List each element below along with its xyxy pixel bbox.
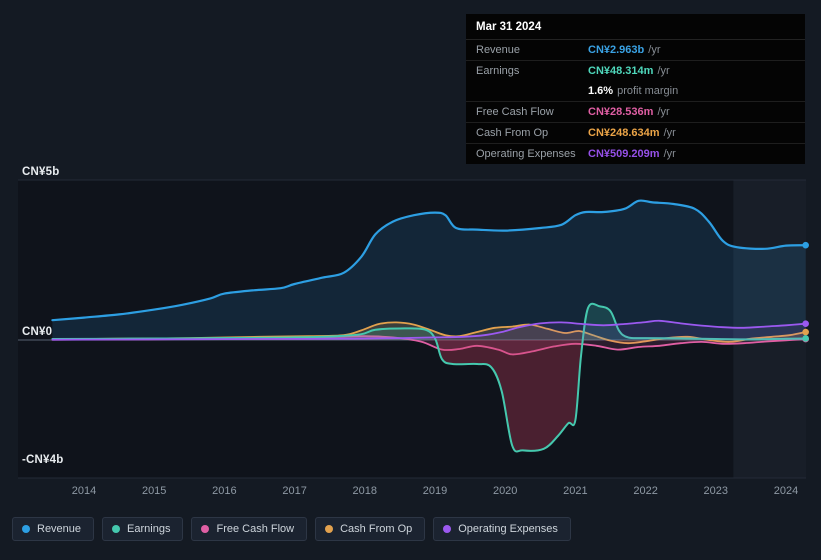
x-axis-label: 2016 [212,485,237,497]
end-marker-revenue [802,241,809,249]
tooltip-row: Free Cash Flow CN¥28.536m/yr [466,101,805,122]
legend-color-dot [325,525,334,533]
x-axis-label: 2014 [71,485,97,497]
legend-item-label: Revenue [37,523,82,535]
tooltip-row-suffix: /yr [648,44,661,56]
financial-history-chart-page: CN¥5b CN¥0 -CN¥4b 2014 2015 2016 2017 2018 2019… [0,0,821,560]
tooltip-row-suffix: /yr [663,148,676,160]
y-axis-label: CN¥5b [22,166,60,178]
end-marker-earnings [802,335,809,342]
x-axis-label: 2017 [282,485,307,497]
tooltip-row-value: CN¥48.314m [588,65,654,77]
tooltip-row: Cash From Op CN¥248.634m/yr [466,122,805,143]
data-tooltip: Mar 31 2024 Revenue CN¥2.963b/yr Earnings C… [466,14,805,164]
legend-color-dot [201,525,210,533]
legend-color-dot [112,525,121,533]
tooltip-row-suffix: /yr [663,127,676,139]
legend-item-free-cash-flow[interactable]: Free Cash Flow [191,517,308,541]
x-axis-label: 2021 [563,485,588,497]
legend-item-label: Operating Expenses [458,523,558,535]
legend-item-earnings[interactable]: Earnings [102,517,184,541]
legend-item-label: Cash From Op [340,523,413,535]
x-axis-label: 2023 [703,485,729,497]
end-marker-operating-expenses [802,320,809,328]
end-marker-cash-from-op [802,328,809,336]
tooltip-row-suffix: profit margin [617,85,679,97]
x-axis-label: 2015 [141,485,167,497]
legend-color-dot [22,525,30,533]
legend-item-cash-from-op[interactable]: Cash From Op [315,517,426,541]
y-axis-label: -CN¥4b [22,454,64,466]
y-axis-label: CN¥0 [22,326,53,338]
tooltip-row-label: Earnings [476,65,520,77]
tooltip-date: Mar 31 2024 [466,14,805,40]
legend-item-operating-expenses[interactable]: Operating Expenses [433,517,571,541]
tooltip-row: 1.6% profit margin [466,81,805,101]
x-axis-label: 2019 [422,485,448,497]
tooltip-row-label: Cash From Op [476,127,549,139]
tooltip-row-suffix: /yr [657,106,670,118]
tooltip-row-label: Operating Expenses [476,148,576,160]
legend-item-revenue[interactable]: Revenue [12,517,95,541]
x-axis-label: 2024 [773,485,799,497]
tooltip-rows: Revenue CN¥2.963b/yr Earnings CN¥48.314m/yr… [466,40,805,164]
tooltip-row-value: 1.6% [588,85,614,97]
x-axis-label: 2022 [633,485,658,497]
x-axis-label: 2020 [492,485,518,497]
tooltip-row: Revenue CN¥2.963b/yr [466,40,805,60]
tooltip-row-label: Revenue [476,44,521,56]
tooltip-row-value: CN¥509.209m [588,148,660,160]
tooltip-row-label: Free Cash Flow [476,106,554,118]
legend-item-label: Free Cash Flow [216,523,295,535]
x-axis-label: 2018 [352,485,378,497]
tooltip-row-value: CN¥28.536m [588,106,654,118]
legend-item-label: Earnings [127,523,171,535]
tooltip-row: Operating Expenses CN¥509.209m/yr [466,143,805,164]
chart-legend: Revenue Earnings Free Cash Flow Cash From O… [12,517,571,541]
tooltip-row: Earnings CN¥48.314m/yr [466,60,805,81]
legend-color-dot [443,525,452,533]
tooltip-row-suffix: /yr [657,65,670,77]
tooltip-row-value: CN¥248.634m [588,127,660,139]
tooltip-row-value: CN¥2.963b [588,44,645,56]
